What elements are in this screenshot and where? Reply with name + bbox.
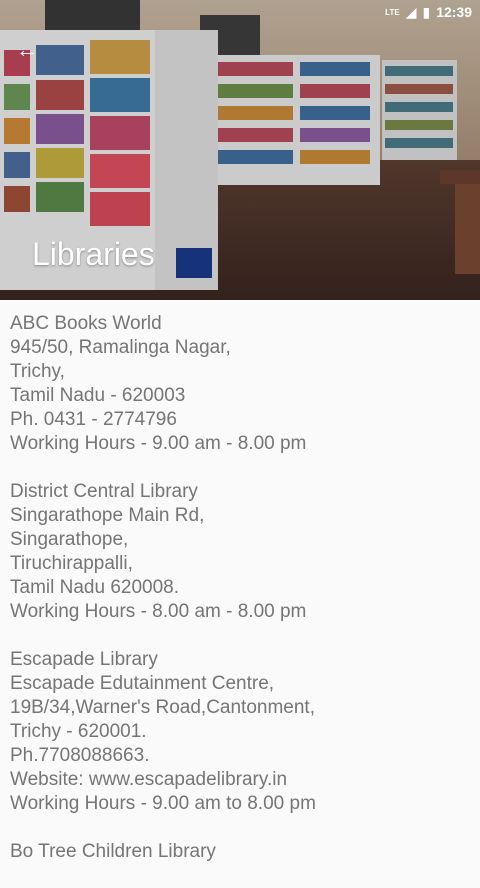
- library-address-line: 945/50, Ramalinga Nagar,: [10, 337, 231, 358]
- list-item: District Central Library Singarathope Ma…: [10, 480, 470, 624]
- battery-icon: ▮: [422, 3, 431, 20]
- library-name: Escapade Library: [10, 649, 158, 670]
- library-address-line: 19B/34,Warner's Road,Cantonment,: [10, 697, 315, 718]
- library-address-line: Singarathope,: [10, 529, 129, 550]
- arrow-left-icon[interactable]: ←: [16, 36, 44, 64]
- library-name: Bo Tree Children Library: [10, 841, 216, 862]
- library-address-line: Tamil Nadu - 620003: [10, 385, 186, 406]
- library-phone: Ph. 0431 - 2774796: [10, 409, 177, 430]
- library-address-line: Trichy,: [10, 361, 65, 382]
- library-website: Website: www.escapadelibrary.in: [10, 769, 288, 790]
- status-time: 12:39: [436, 4, 472, 20]
- library-hours: Working Hours - 8.00 am - 8.00 pm: [10, 601, 307, 622]
- library-hours: Working Hours - 9.00 am - 8.00 pm: [10, 433, 307, 454]
- library-address-line: Tiruchirappalli,: [10, 553, 133, 574]
- status-bar: LTE ◢ ▮ 12:39: [0, 0, 480, 24]
- library-address-line: Tamil Nadu 620008.: [10, 577, 179, 598]
- header-image: LTE ◢ ▮ 12:39 ← Libraries: [0, 0, 480, 300]
- library-hours: Working Hours - 9.00 am to 8.00 pm: [10, 793, 316, 814]
- library-phone: Ph.7708088663.: [10, 745, 150, 766]
- network-type: LTE: [385, 7, 400, 17]
- list-item: Escapade Library Escapade Edutainment Ce…: [10, 648, 470, 816]
- library-name: ABC Books World: [10, 313, 162, 334]
- page-title: Libraries: [32, 236, 155, 272]
- signal-icon: ◢: [405, 3, 417, 20]
- library-name: District Central Library: [10, 481, 198, 502]
- list-item: ABC Books World 945/50, Ramalinga Nagar,…: [10, 312, 470, 456]
- library-address-line: Trichy - 620001.: [10, 721, 147, 742]
- library-address-line: Singarathope Main Rd,: [10, 505, 205, 526]
- list-item: Bo Tree Children Library: [10, 840, 470, 864]
- library-list: ABC Books World 945/50, Ramalinga Nagar,…: [10, 312, 470, 888]
- library-address-line: Escapade Edutainment Centre,: [10, 673, 275, 694]
